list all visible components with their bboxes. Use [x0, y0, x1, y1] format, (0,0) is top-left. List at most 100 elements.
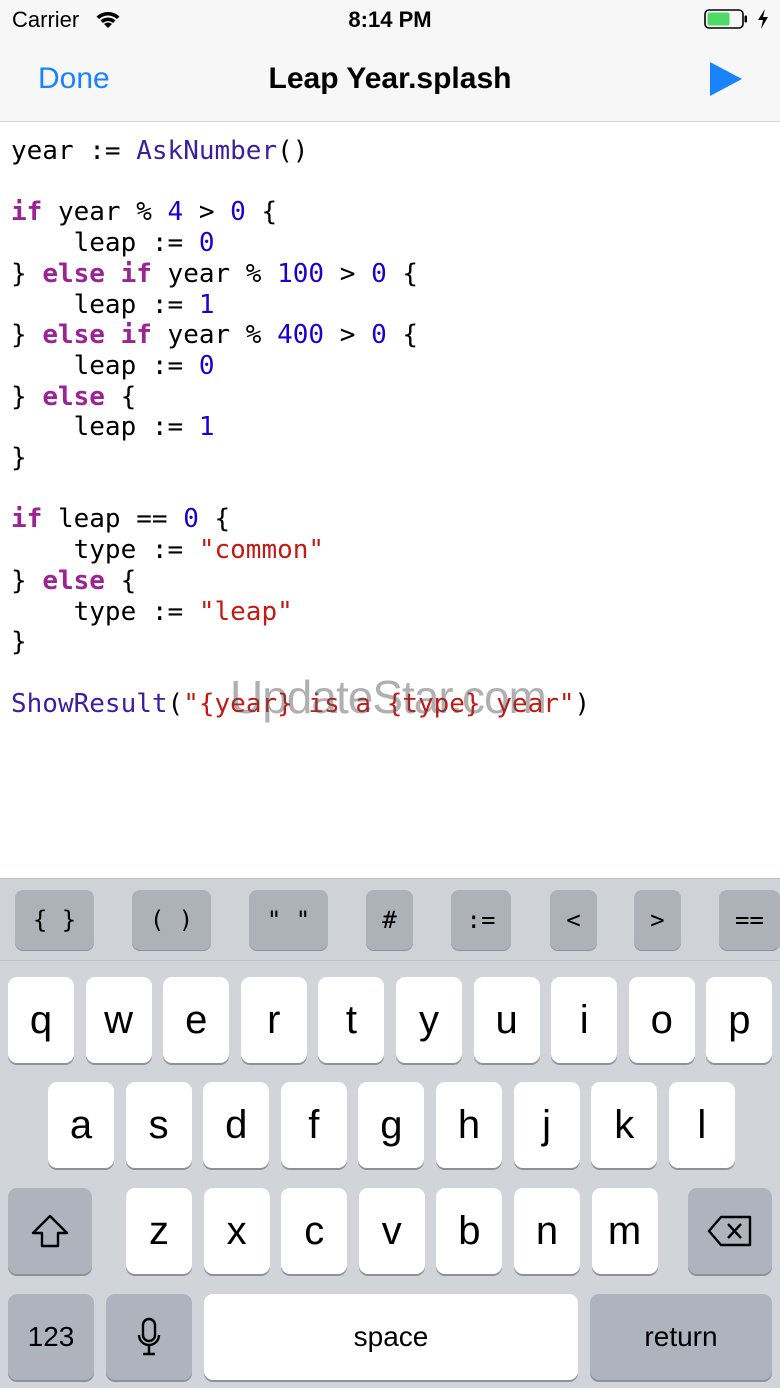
navigation-bar: Done Leap Year.splash	[0, 40, 780, 122]
code-token: if	[11, 197, 43, 228]
key-t[interactable]: t	[318, 977, 385, 1063]
code-token: year %	[151, 320, 278, 351]
code-token: 1	[198, 289, 215, 320]
code-line: } else if year % 100 > 0 {	[11, 259, 590, 290]
code-token: leap ==	[42, 504, 184, 535]
code-line: leap := 1	[11, 290, 590, 321]
key-q[interactable]: q	[8, 977, 74, 1063]
code-token: "common"	[198, 535, 325, 566]
clock: 8:14 PM	[348, 7, 432, 32]
code-token: {	[198, 504, 231, 535]
code-token: year :=	[11, 136, 137, 166]
key-z[interactable]: z	[126, 1188, 192, 1274]
dictation-key[interactable]	[106, 1294, 192, 1380]
code-token: if	[11, 504, 43, 535]
code-token: >	[324, 258, 372, 289]
code-token: }	[11, 627, 27, 658]
key-x[interactable]: x	[203, 1188, 270, 1274]
code-line: if leap == 0 {	[11, 504, 590, 535]
return-key[interactable]: return	[590, 1294, 772, 1380]
code-token: }	[11, 381, 43, 412]
key-d[interactable]: d	[203, 1082, 270, 1168]
code-token: 0	[230, 197, 246, 228]
code-token: leap :=	[11, 228, 199, 259]
key-g[interactable]: g	[358, 1082, 425, 1168]
code-token: 0	[198, 228, 215, 259]
equals-key[interactable]: ==	[719, 890, 780, 950]
key-a[interactable]: a	[48, 1082, 114, 1168]
code-line: } else {	[11, 382, 590, 413]
code-token: else if	[42, 320, 152, 351]
numbers-key[interactable]: 123	[8, 1294, 94, 1380]
battery-icon	[704, 9, 747, 29]
code-text[interactable]: year := AskNumber () if year % 4 > 0 { le…	[11, 136, 590, 719]
code-editor[interactable]: year := AskNumber () if year % 4 > 0 { le…	[0, 122, 780, 878]
key-b[interactable]: b	[436, 1188, 503, 1274]
code-token: leap :=	[11, 350, 199, 381]
code-line: } else {	[11, 566, 590, 597]
keyboard: 123 space return qwertyuiop asdfghjkl zxcv…	[0, 960, 780, 1388]
code-token: 400	[277, 320, 325, 351]
code-token: 0	[183, 504, 199, 535]
code-token: "leap"	[198, 596, 293, 627]
key-f[interactable]: f	[280, 1082, 347, 1168]
key-o[interactable]: o	[628, 977, 695, 1063]
key-r[interactable]: r	[240, 977, 307, 1063]
code-token: >	[183, 197, 231, 228]
key-c[interactable]: c	[281, 1188, 348, 1274]
microphone-icon	[137, 1317, 161, 1356]
code-token: (	[167, 688, 184, 719]
code-token: 1	[198, 412, 215, 443]
code-token: 0	[371, 258, 387, 289]
key-w[interactable]: w	[85, 977, 152, 1063]
greater-than-key[interactable]: >	[634, 890, 681, 950]
assign-key[interactable]: :=	[451, 890, 511, 950]
key-y[interactable]: y	[396, 977, 462, 1063]
delete-icon	[707, 1215, 752, 1247]
code-token: AskNumber	[136, 136, 278, 166]
code-token: else if	[42, 258, 152, 289]
code-token: >	[324, 320, 372, 351]
code-token: else	[42, 381, 105, 412]
code-token: }	[11, 320, 43, 351]
key-e[interactable]: e	[163, 977, 230, 1063]
charging-icon	[758, 9, 768, 29]
code-token: else	[42, 565, 105, 596]
code-line: }	[11, 443, 590, 474]
code-token: leap :=	[11, 412, 199, 443]
shift-icon	[31, 1214, 69, 1248]
code-token: 4	[167, 197, 184, 228]
code-line: leap := 1	[11, 412, 590, 443]
code-token: )	[574, 688, 591, 719]
key-n[interactable]: n	[514, 1188, 580, 1274]
code-token: type :=	[11, 596, 199, 627]
play-icon[interactable]	[708, 60, 744, 98]
key-p[interactable]: p	[706, 977, 773, 1063]
space-key[interactable]: space	[204, 1294, 578, 1380]
code-token: ShowResult	[11, 688, 168, 719]
key-k[interactable]: k	[591, 1082, 658, 1168]
key-h[interactable]: h	[436, 1082, 502, 1168]
code-line: if year % 4 > 0 {	[11, 197, 590, 228]
key-j[interactable]: j	[513, 1082, 580, 1168]
hash-key[interactable]: #	[366, 890, 413, 950]
delete-key[interactable]	[688, 1188, 772, 1274]
key-i[interactable]: i	[551, 977, 618, 1063]
shift-key[interactable]	[8, 1188, 92, 1274]
symbol-accessory-bar: { } ( ) " " # := < > ==	[0, 878, 780, 961]
parentheses-key[interactable]: ( )	[132, 890, 211, 950]
code-token: leap :=	[11, 289, 199, 320]
code-token: {	[104, 381, 137, 412]
key-s[interactable]: s	[125, 1082, 192, 1168]
less-than-key[interactable]: <	[550, 890, 597, 950]
code-token: 100	[277, 258, 325, 289]
quotes-key[interactable]: " "	[249, 890, 328, 950]
code-token: {	[104, 565, 137, 596]
code-line: type := "leap"	[11, 597, 590, 628]
key-u[interactable]: u	[473, 977, 540, 1063]
key-m[interactable]: m	[591, 1188, 658, 1274]
key-l[interactable]: l	[668, 1082, 735, 1168]
braces-key[interactable]: { }	[15, 890, 94, 950]
key-v[interactable]: v	[358, 1188, 425, 1274]
